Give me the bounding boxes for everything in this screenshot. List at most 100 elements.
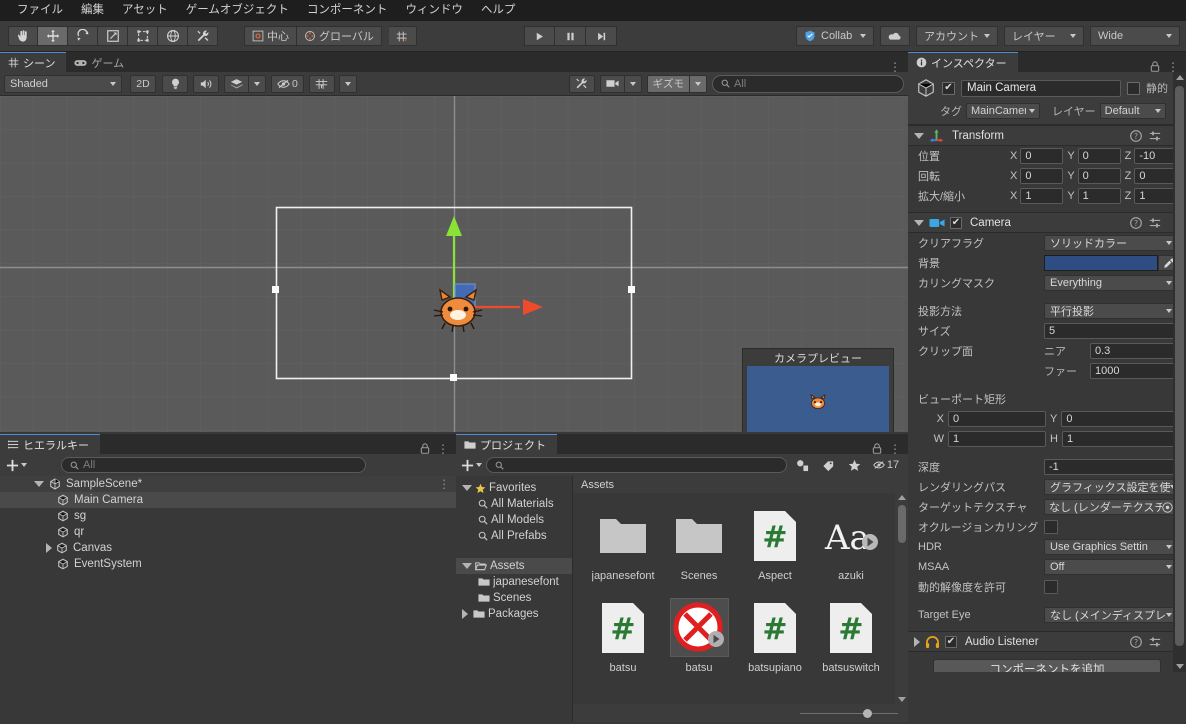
foldout-open-icon[interactable] <box>462 563 472 569</box>
move-tool-button[interactable] <box>38 26 68 46</box>
rotate-tool-button[interactable] <box>68 26 98 46</box>
gizmos-dropdown[interactable] <box>690 74 707 93</box>
viewport-x-input[interactable]: 0 <box>948 411 1046 427</box>
slider-knob[interactable] <box>863 709 872 718</box>
scale-x-input[interactable]: 1 <box>1020 188 1064 204</box>
lock-icon[interactable] <box>872 443 882 454</box>
hierarchy-create-button[interactable] <box>6 459 27 472</box>
transform-tool-button[interactable] <box>158 26 188 46</box>
menu-item-component[interactable]: コンポーネント <box>298 0 397 21</box>
project-tree-scenes[interactable]: Scenes <box>456 590 572 606</box>
tab-project[interactable]: プロジェクト <box>456 434 557 454</box>
preset-icon[interactable] <box>1149 130 1161 142</box>
background-color-swatch[interactable] <box>1044 255 1158 271</box>
foldout-closed-icon[interactable] <box>46 543 52 553</box>
project-tree-favorites[interactable]: Favorites <box>456 480 572 496</box>
draw-mode-dropdown[interactable]: Shaded <box>4 74 122 93</box>
size-input[interactable]: 5 <box>1044 323 1178 339</box>
hierarchy-row-sg[interactable]: sg <box>0 508 456 524</box>
background-color-field[interactable] <box>1044 255 1178 271</box>
tab-game[interactable]: ゲーム <box>66 52 136 72</box>
cullingmask-dropdown[interactable]: Everything <box>1044 275 1178 291</box>
menu-item-assets[interactable]: アセット <box>113 0 177 21</box>
layer-dropdown[interactable]: Default <box>1099 103 1166 119</box>
project-asset-grid[interactable]: japanesefont Scenes # Aspect Aa azuki # … <box>573 493 908 704</box>
menu-item-window[interactable]: ウィンドウ <box>396 0 472 21</box>
scale-z-input[interactable]: 1 <box>1134 188 1178 204</box>
depth-input[interactable]: -1 <box>1044 459 1178 475</box>
occlusionculling-checkbox[interactable] <box>1044 520 1058 534</box>
viewport-h-input[interactable]: 1 <box>1061 431 1178 447</box>
audiolistener-enabled-checkbox[interactable] <box>945 635 957 648</box>
scroll-down-arrow-icon[interactable] <box>1176 664 1184 669</box>
collab-button[interactable]: Collab <box>796 26 874 46</box>
project-grid-scrollbar[interactable] <box>895 493 908 704</box>
project-tree-japanesefont[interactable]: japanesefont <box>456 574 572 590</box>
position-y-input[interactable]: 0 <box>1077 148 1121 164</box>
scroll-up-arrow-icon[interactable] <box>1176 75 1184 80</box>
far-input[interactable]: 1000 <box>1090 363 1178 379</box>
add-component-button[interactable]: コンポーネントを追加 <box>933 659 1161 672</box>
scene-search-input[interactable]: All <box>712 74 904 93</box>
hand-tool-button[interactable] <box>8 26 38 46</box>
menu-item-file[interactable]: ファイル <box>8 0 72 21</box>
menu-item-help[interactable]: ヘルプ <box>472 0 525 21</box>
scene-grid-visibility-button[interactable] <box>308 74 335 93</box>
layout-button[interactable]: Wide <box>1090 26 1180 46</box>
tag-dropdown[interactable]: MainCamer <box>966 103 1040 119</box>
scene-audio-button[interactable] <box>193 74 219 93</box>
rotation-y-input[interactable]: 0 <box>1077 168 1121 184</box>
asset-item-scenes[interactable]: Scenes <box>661 507 737 599</box>
project-favorites-button[interactable] <box>843 456 865 474</box>
menu-item-edit[interactable]: 編集 <box>72 0 113 21</box>
project-search-input[interactable] <box>486 457 787 473</box>
play-button[interactable] <box>524 26 555 46</box>
asset-item-japanesefont[interactable]: japanesefont <box>585 507 661 599</box>
hierarchy-scene-kebab-icon[interactable]: ⋮ <box>439 477 451 491</box>
hierarchy-row-samplescene[interactable]: SampleScene* ⋮ <box>0 476 456 492</box>
foldout-open-icon[interactable] <box>34 481 44 487</box>
component-header-audiolistener[interactable]: Audio Listener ? ⋮ <box>908 631 1186 652</box>
preset-icon[interactable] <box>1149 217 1161 229</box>
rotation-x-input[interactable]: 0 <box>1020 168 1064 184</box>
account-button[interactable]: アカウント <box>916 26 998 46</box>
scene-camera-button[interactable] <box>599 74 625 93</box>
inspector-options-kebab-icon[interactable]: ⋮ <box>1167 61 1179 73</box>
component-header-transform[interactable]: Transform ? ⋮ <box>908 125 1186 146</box>
position-x-input[interactable]: 0 <box>1020 148 1064 164</box>
tab-scene[interactable]: シーン <box>0 52 67 72</box>
dynamicresolution-checkbox[interactable] <box>1044 580 1058 594</box>
project-filter-label-button[interactable] <box>817 456 839 474</box>
handle-mode-button[interactable]: グローバル <box>297 26 382 46</box>
targeteye-dropdown[interactable]: なし (メインディスプレ <box>1044 607 1178 623</box>
asset-item-batsuswitch[interactable]: # batsuswitch <box>813 599 889 691</box>
scene-fx-button[interactable] <box>224 74 249 93</box>
renderingpath-dropdown[interactable]: グラフィックス設定を使 <box>1044 479 1178 495</box>
scene-lighting-button[interactable] <box>162 74 188 93</box>
asset-item-aspect[interactable]: # Aspect <box>737 507 813 599</box>
scene-grid-dropdown[interactable] <box>338 74 357 93</box>
hierarchy-row-main-camera[interactable]: Main Camera <box>0 492 456 508</box>
msaa-dropdown[interactable]: Off <box>1044 559 1178 575</box>
asset-item-batsupiano[interactable]: # batsupiano <box>737 599 813 691</box>
scroll-up-arrow-icon[interactable] <box>898 495 906 500</box>
gameobject-enabled-checkbox[interactable] <box>942 81 955 95</box>
viewport-w-input[interactable]: 1 <box>948 431 1046 447</box>
asset-item-batsu-script[interactable]: # batsu <box>585 599 661 691</box>
menu-item-gameobject[interactable]: ゲームオブジェクト <box>177 0 298 21</box>
cloud-button[interactable] <box>880 26 910 46</box>
scene-hidden-objects-button[interactable]: 0 <box>271 74 304 93</box>
foldout-open-icon[interactable] <box>462 485 472 491</box>
help-icon[interactable]: ? <box>1130 216 1142 229</box>
asset-item-batsu-image[interactable]: batsu <box>661 598 737 691</box>
scale-tool-button[interactable] <box>98 26 128 46</box>
project-tree-all-models[interactable]: All Models <box>456 512 572 528</box>
step-button[interactable] <box>586 26 617 46</box>
tab-inspector[interactable]: インスペクター <box>908 52 1018 72</box>
help-icon[interactable]: ? <box>1130 129 1142 142</box>
gizmos-button[interactable]: ギズモ <box>646 74 690 93</box>
project-options-kebab-icon[interactable]: ⋮ <box>889 443 901 455</box>
project-tree-all-materials[interactable]: All Materials <box>456 496 572 512</box>
hierarchy-row-eventsystem[interactable]: EventSystem <box>0 556 456 572</box>
lock-icon[interactable] <box>420 443 430 454</box>
